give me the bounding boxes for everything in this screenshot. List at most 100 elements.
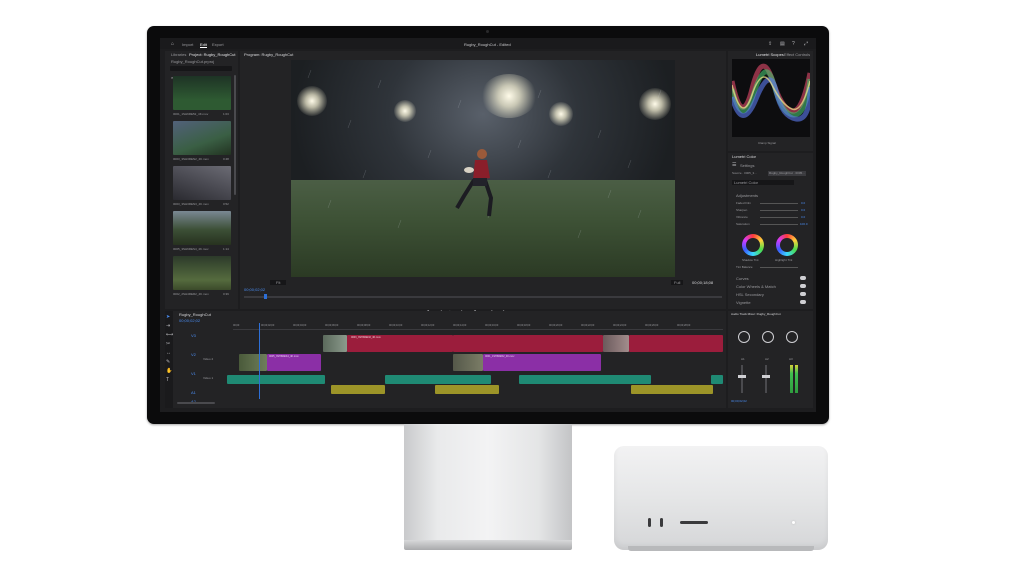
tab-effect-controls[interactable]: Effect Controls [784, 52, 810, 57]
razor-tool-icon[interactable]: ✂ [166, 341, 170, 347]
section-vignette[interactable]: Vignette [736, 300, 751, 305]
preset-select[interactable]: Lumetri Color [732, 180, 794, 185]
pan-knob[interactable] [738, 331, 750, 343]
audio-clip-a1[interactable] [227, 375, 325, 384]
sequence-clip[interactable]: Rugby_RoughCut · 0005... [768, 171, 806, 176]
vibrance-slider[interactable] [760, 217, 798, 218]
slider-value[interactable]: 100.0 [800, 222, 808, 227]
sharpen-slider[interactable] [760, 210, 798, 211]
timeline-clip-v2[interactable] [629, 335, 723, 352]
toggle-switch[interactable] [800, 284, 806, 288]
clip-thumbnail[interactable] [173, 76, 231, 110]
toggle-switch[interactable] [800, 292, 806, 296]
slider-value[interactable]: 0.0 [801, 215, 805, 220]
timeline-clip-v2[interactable] [323, 335, 347, 352]
program-monitor-tab[interactable]: Program: Rugby_RoughCut [244, 52, 293, 57]
clip-thumbnail[interactable] [173, 211, 231, 245]
home-icon[interactable]: ⌂ [171, 41, 174, 47]
adjustments-section[interactable]: Adjustments [736, 193, 758, 198]
audio-clip-a2[interactable] [435, 385, 499, 394]
level-meter [795, 365, 798, 393]
hand-tool-icon[interactable]: ✋ [166, 368, 172, 374]
section-color-wheels[interactable]: Color Wheels & Match [736, 284, 776, 289]
clip-thumbnail[interactable] [173, 121, 231, 155]
clip-thumbnail[interactable] [173, 166, 231, 200]
track-header-v1[interactable]: V1 [191, 371, 196, 376]
track-select-icon[interactable]: ⇥ [166, 323, 170, 329]
selection-tool-icon[interactable]: ➤ [166, 314, 170, 320]
clip-name: 0003_3SH3REN3_4K.mov [173, 202, 209, 206]
zoom-fit-select[interactable]: Fit [270, 280, 287, 285]
clip-thumbnail[interactable] [173, 256, 231, 290]
slider-label: Saturation [736, 222, 750, 226]
audio-clip-a2[interactable] [631, 385, 713, 394]
ruler-tick: 00;00;14;00 [453, 324, 467, 327]
section-hsl-secondary[interactable]: HSL Secondary [736, 292, 764, 297]
slider-value[interactable]: 0.0 [801, 201, 805, 206]
rain-overlay [307, 69, 662, 239]
clip-label: 0001_1SH6RE52_4K.mov [485, 355, 515, 358]
ripple-edit-icon[interactable]: ⟷ [166, 332, 173, 338]
tab-libraries[interactable]: Libraries [171, 52, 186, 57]
menu-icon[interactable]: ☰ [732, 162, 736, 168]
faded-film-slider[interactable] [760, 203, 798, 204]
toggle-switch[interactable] [800, 300, 806, 304]
track-header-v2[interactable]: V2 [191, 352, 196, 357]
nav-tab-edit[interactable]: Edit [200, 42, 207, 48]
ruler-tick: 00;00;18;00 [517, 324, 531, 327]
share-icon[interactable]: ⇪ [768, 41, 772, 47]
fader-handle[interactable] [738, 375, 746, 378]
volume-fader[interactable] [765, 365, 767, 393]
timeline-scrollbar[interactable] [177, 402, 215, 404]
quality-select[interactable]: Full [671, 280, 684, 285]
nav-tab-import[interactable]: Import [182, 42, 193, 47]
program-timecode: 00;00;02;02 [244, 287, 266, 292]
track-header-a1[interactable]: A1 [191, 390, 196, 395]
saturation-slider[interactable] [760, 224, 798, 225]
workspace-icon[interactable]: ▤ [780, 41, 785, 47]
scrub-bar[interactable] [244, 296, 722, 298]
timeline-timecode: 00;00;02;02 [179, 318, 201, 323]
type-tool-icon[interactable]: T [166, 377, 169, 383]
slip-tool-icon[interactable]: ↔ [166, 350, 171, 356]
tab-lumetri-scopes[interactable]: Lumetri Scopes [756, 52, 784, 57]
audio-clip-a1[interactable] [519, 375, 651, 384]
slider-label: Sharpen [736, 208, 748, 212]
mixer-timecode: 00;00;02;02 [731, 399, 747, 403]
slider-value[interactable]: 0.0 [801, 208, 805, 213]
nav-tab-export[interactable]: Export [212, 42, 224, 47]
toggle-switch[interactable] [800, 276, 806, 280]
audio-clip-a2[interactable] [331, 385, 385, 394]
settings-label[interactable]: Settings [740, 163, 754, 168]
timeline-clip-v1[interactable] [239, 354, 267, 371]
highlight-tint-wheel[interactable] [776, 234, 798, 256]
program-video-frame[interactable] [291, 60, 675, 277]
timeline-clip-v2[interactable] [603, 335, 629, 352]
help-icon[interactable]: ? [792, 41, 795, 47]
tab-project[interactable]: Project: Rugby_RoughCut [189, 52, 235, 57]
source-clip[interactable]: Source · 0005_3... [732, 171, 757, 176]
project-scrollbar[interactable] [234, 75, 236, 195]
timeline-clip-v2[interactable] [453, 335, 603, 352]
fader-handle[interactable] [762, 375, 770, 378]
fullscreen-icon[interactable]: ⤢ [804, 41, 808, 47]
audio-clip-a1[interactable] [385, 375, 491, 384]
slider-label: Vibrance [736, 215, 748, 219]
track-header-v3[interactable]: V3 [191, 333, 196, 338]
pan-knob[interactable] [762, 331, 774, 343]
shadow-tint-wheel[interactable] [742, 234, 764, 256]
section-curves[interactable]: Curves [736, 276, 749, 281]
project-search-input[interactable]: ⌕ [170, 66, 232, 80]
tint-balance-slider[interactable] [760, 267, 798, 268]
pen-tool-icon[interactable]: ✎ [166, 359, 170, 365]
audio-clip-a1[interactable] [711, 375, 723, 384]
clip-duration: 0:39 [223, 292, 229, 296]
app-header: ⌂ Import Edit Export Rugby_RoughCut - Ed… [160, 38, 816, 49]
timeline-clip-v1[interactable] [453, 354, 483, 371]
playhead-marker[interactable] [264, 294, 267, 299]
pan-knob[interactable] [786, 331, 798, 343]
clip-name: 0002_2SH4RER2_4K.mov [173, 292, 209, 296]
timeline-playhead[interactable] [259, 323, 260, 399]
volume-fader[interactable] [741, 365, 743, 393]
sequence-tab[interactable]: Rugby_RoughCut [179, 312, 211, 317]
